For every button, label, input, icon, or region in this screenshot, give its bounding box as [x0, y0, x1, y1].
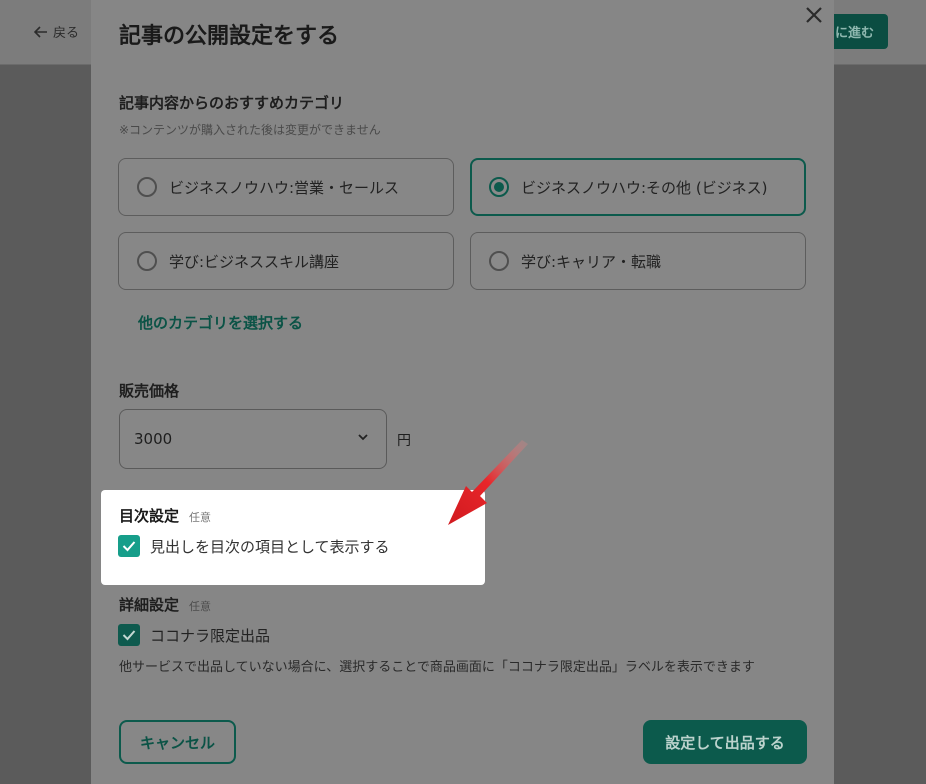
price-value: 3000 [134, 430, 173, 448]
category-option-label: ビジネスノウハウ:営業・セールス [169, 178, 400, 197]
toc-checkbox-label: 見出しを目次の項目として表示する [150, 537, 390, 556]
check-icon [122, 630, 136, 641]
toc-checkbox-row: 見出しを目次の項目として表示する [118, 535, 390, 557]
close-icon [806, 7, 822, 23]
exclusive-listing-checkbox[interactable] [118, 624, 140, 646]
other-category-link[interactable]: 他のカテゴリを選択する [138, 312, 303, 333]
price-unit: 円 [397, 433, 411, 449]
exclusive-listing-description: 他サービスで出品していない場合に、選択することで商品画面に「ココナラ限定出品」ラ… [119, 660, 755, 675]
optional-tag: 任意 [189, 511, 212, 524]
publish-settings-modal: 記事の公開設定をする 記事内容からのおすすめカテゴリ ※コンテンツが購入された後… [91, 0, 834, 784]
arrow-left-icon [34, 25, 47, 38]
category-option-sales[interactable]: ビジネスノウハウ:営業・セールス [118, 158, 454, 216]
exclusive-listing-label: ココナラ限定出品 [150, 626, 271, 645]
close-button[interactable] [803, 4, 825, 26]
radio-icon [137, 177, 157, 197]
cancel-button-label: キャンセル [139, 733, 215, 752]
toc-settings-highlight: 目次設定 任意 見出しを目次の項目として表示する [101, 490, 485, 585]
category-option-label: ビジネスノウハウ:その他 (ビジネス) [521, 178, 768, 197]
optional-tag: 任意 [189, 600, 212, 613]
price-heading: 販売価格 [119, 382, 180, 400]
category-option-career[interactable]: 学び:キャリア・転職 [470, 232, 806, 290]
toc-checkbox[interactable] [118, 535, 140, 557]
back-link[interactable]: 戻る [34, 22, 79, 41]
back-link-label: 戻る [53, 26, 80, 41]
category-option-label: 学び:ビジネススキル講座 [169, 252, 340, 271]
toc-heading: 目次設定 任意 [119, 505, 211, 526]
category-option-business-skill[interactable]: 学び:ビジネススキル講座 [118, 232, 454, 290]
category-option-label: 学び:キャリア・転職 [521, 252, 662, 271]
modal-title: 記事の公開設定をする [119, 24, 340, 49]
radio-selected-icon [489, 177, 509, 197]
category-option-business-other[interactable]: ビジネスノウハウ:その他 (ビジネス) [470, 158, 806, 216]
toc-heading-text: 目次設定 [119, 507, 180, 525]
red-arrow-icon [448, 440, 528, 525]
chevron-down-icon [358, 434, 368, 441]
check-icon [122, 541, 136, 552]
category-note: ※コンテンツが購入された後は変更ができません [119, 123, 381, 137]
submit-button-label: 設定して出品する [665, 733, 785, 752]
radio-icon [489, 251, 509, 271]
cancel-button[interactable]: キャンセル [119, 720, 236, 764]
exclusive-listing-row: ココナラ限定出品 [118, 624, 270, 646]
category-heading: 記事内容からのおすすめカテゴリ [119, 94, 345, 112]
price-select[interactable]: 3000 [119, 409, 387, 469]
next-button-label: に進む [834, 26, 874, 41]
submit-button[interactable]: 設定して出品する [643, 720, 807, 764]
detail-heading: 詳細設定 任意 [119, 594, 211, 615]
radio-icon [137, 251, 157, 271]
detail-heading-text: 詳細設定 [119, 596, 180, 614]
